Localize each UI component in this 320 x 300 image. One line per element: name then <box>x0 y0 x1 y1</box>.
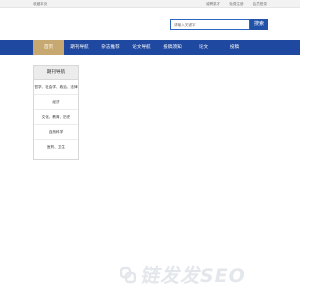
journal-category-sidebar: 期刊导航 哲学、社会学、政治、法律 经济 文化、教育、历史 自然科学 医药、卫生 <box>33 65 79 160</box>
sidebar-title: 期刊导航 <box>34 66 78 80</box>
search-button[interactable]: 搜索 <box>250 19 268 30</box>
search-input[interactable] <box>170 19 250 30</box>
favorite-link[interactable]: 收藏本页 <box>33 1 47 7</box>
nav-item-journals[interactable]: 期刊导航 <box>64 40 95 55</box>
watermark: 链发发SEO <box>120 261 246 288</box>
sidebar-item-economics[interactable]: 经济 <box>34 95 78 110</box>
nav-item-recommended[interactable]: 杂志推荐 <box>95 40 126 55</box>
search-box: 搜索 <box>170 19 268 30</box>
sidebar-item-philosophy[interactable]: 哲学、社会学、政治、法律 <box>34 80 78 95</box>
top-links: 诚聘英才 免费注册 会员登录 <box>206 1 267 7</box>
nav-item-papers[interactable]: 论文 <box>188 40 219 55</box>
top-link-register[interactable]: 免费注册 <box>229 1 243 7</box>
nav-item-home[interactable]: 首页 <box>33 40 64 55</box>
sidebar-item-science[interactable]: 自然科学 <box>34 125 78 140</box>
top-bar: 收藏本页 诚聘英才 免费注册 会员登录 <box>0 0 300 8</box>
sidebar-item-medicine[interactable]: 医药、卫生 <box>34 140 78 155</box>
nav-item-paper-guide[interactable]: 论文导航 <box>126 40 157 55</box>
main-nav: 首页 期刊导航 杂志推荐 论文导航 投稿须知 论文 投稿 <box>0 40 300 55</box>
nav-item-submit[interactable]: 投稿 <box>219 40 250 55</box>
header: 搜索 <box>0 8 300 40</box>
top-link-login[interactable]: 会员登录 <box>253 1 267 7</box>
nav-item-submission-guide[interactable]: 投稿须知 <box>157 40 188 55</box>
sidebar-item-culture[interactable]: 文化、教育、历史 <box>34 110 78 125</box>
top-link-careers[interactable]: 诚聘英才 <box>206 1 220 7</box>
chain-link-icon <box>120 266 136 283</box>
watermark-text: 链发发SEO <box>140 265 246 287</box>
